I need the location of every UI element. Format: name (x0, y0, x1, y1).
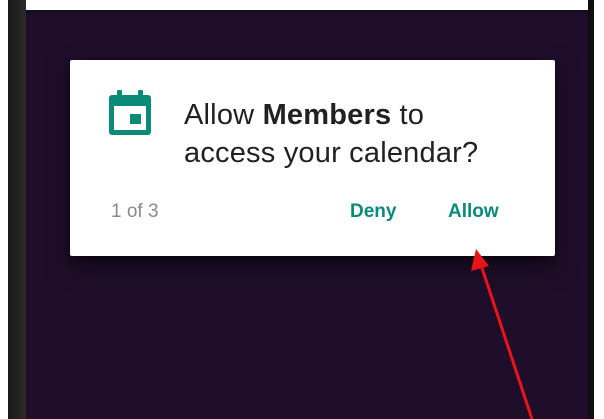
calendar-icon (109, 90, 151, 135)
device-bezel-left (0, 0, 26, 419)
device-bezel-right (588, 0, 604, 419)
allow-button[interactable]: Allow (448, 197, 499, 227)
status-bar-shadow (26, 10, 588, 16)
permission-counter: 1 of 3 (111, 201, 159, 222)
deny-button[interactable]: Deny (350, 197, 396, 227)
permission-dialog: Allow Members to access your calendar? 1… (70, 60, 555, 256)
message-line-2: access your calendar? (184, 137, 479, 169)
message-suffix: to (391, 99, 425, 131)
app-name: Members (262, 99, 392, 131)
screenshot-frame: Allow Members to access your calendar? 1… (0, 0, 604, 419)
phone-screen: Allow Members to access your calendar? 1… (26, 10, 588, 419)
message-prefix: Allow (184, 99, 263, 131)
permission-message: Allow Members to access your calendar? (184, 96, 544, 172)
